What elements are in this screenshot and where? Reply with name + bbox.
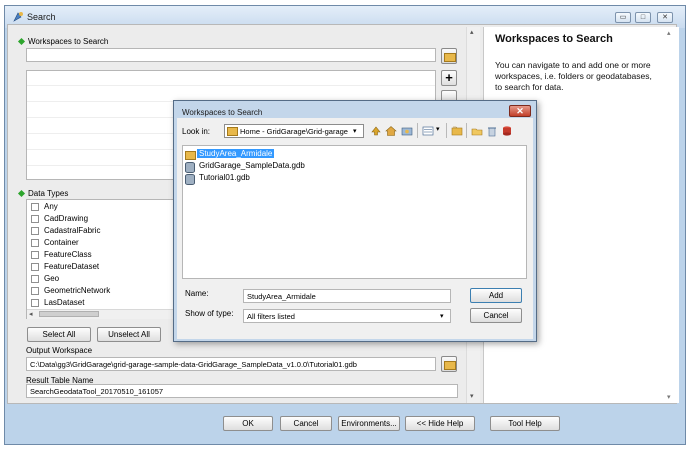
browse-output-button[interactable] (441, 356, 457, 372)
datatype-checkbox[interactable] (31, 251, 39, 259)
up-level-icon[interactable] (370, 125, 382, 137)
help-body: You can navigate to and add one or more … (495, 60, 652, 92)
datatype-checkbox[interactable] (31, 215, 39, 223)
data-types-hscrollbar[interactable]: ◂ (27, 309, 185, 319)
list-gridline (27, 85, 435, 86)
chevron-down-icon: ▾ (440, 313, 444, 320)
cancel-button[interactable]: Cancel (280, 416, 332, 431)
show-type-label: Show of type: (185, 309, 234, 318)
help-scroll-up-icon[interactable]: ▴ (667, 29, 671, 37)
result-table-input[interactable]: SearchGeodataTool_20170510_161057 (26, 384, 458, 398)
datatype-checkbox[interactable] (31, 287, 39, 295)
browse-workspace-button[interactable] (441, 48, 457, 64)
minimize-button[interactable]: ▭ (615, 12, 631, 23)
look-in-dropdown[interactable]: Home - GridGarage\Grid-garage ▾ (224, 124, 364, 138)
dialog-cancel-button[interactable]: Cancel (470, 308, 522, 323)
folder-icon (444, 361, 456, 370)
workspace-input[interactable] (26, 48, 436, 62)
scroll-down-icon[interactable]: ▾ (470, 392, 474, 400)
file-item-label: StudyArea_Armidale (197, 149, 275, 158)
datatype-label: CadDrawing (44, 214, 89, 223)
show-type-value: All filters listed (247, 312, 295, 321)
maximize-button[interactable]: □ (635, 12, 651, 23)
show-type-select[interactable]: All filters listed ▾ (243, 309, 451, 323)
workspaces-label-row: Workspaces to Search (17, 37, 109, 46)
window-title: Search (27, 12, 56, 22)
toolbar-separator (446, 123, 447, 138)
datatype-checkbox[interactable] (31, 275, 39, 283)
datatype-label: CadastralFabric (44, 226, 101, 235)
folder-icon (185, 151, 196, 160)
help-scroll-down-icon[interactable]: ▾ (667, 393, 671, 401)
datatype-checkbox[interactable] (31, 203, 39, 211)
scroll-up-icon[interactable]: ▴ (470, 28, 474, 36)
look-in-value: Home - GridGarage\Grid-garage (240, 127, 348, 136)
unselect-all-button[interactable]: Unselect All (97, 327, 161, 342)
required-indicator-icon (17, 37, 26, 46)
hscroll-thumb[interactable] (39, 311, 99, 317)
database-icon (185, 174, 195, 185)
tool-help-button[interactable]: Tool Help (490, 416, 560, 431)
datatype-checkbox[interactable] (31, 239, 39, 247)
file-item-label: GridGarage_SampleData.gdb (199, 161, 305, 170)
workspaces-dialog: Workspaces to Search ✕ Look in: Home - G… (173, 100, 537, 342)
folder-icon (444, 53, 456, 62)
datatype-label: Container (44, 238, 79, 247)
new-folder-icon[interactable] (451, 125, 463, 137)
name-input[interactable]: StudyArea_Armidale (243, 289, 451, 303)
data-types-label: Data Types (28, 189, 69, 198)
datatype-label: Any (44, 202, 58, 211)
toolbar-separator (466, 123, 467, 138)
folder-icon (227, 127, 238, 136)
select-all-button[interactable]: Select All (27, 327, 91, 342)
datatype-checkbox[interactable] (31, 299, 39, 307)
dialog-body: Look in: Home - GridGarage\Grid-garage ▾… (177, 118, 533, 339)
datatype-label: FeatureDataset (44, 262, 100, 271)
output-workspace-label: Output Workspace (26, 346, 93, 355)
add-workspace-button[interactable]: + (441, 70, 457, 86)
datatype-checkbox[interactable] (31, 227, 39, 235)
datatype-label: LasDataset (44, 298, 85, 307)
home-icon[interactable] (385, 125, 397, 137)
required-indicator-icon (17, 189, 26, 198)
name-label: Name: (185, 289, 209, 298)
workspaces-label: Workspaces to Search (28, 37, 109, 46)
help-title: Workspaces to Search (495, 33, 613, 45)
file-item-label: Tutorial01.gdb (199, 173, 250, 182)
scroll-left-icon[interactable]: ◂ (29, 310, 33, 318)
environments-button[interactable]: Environments... (338, 416, 400, 431)
list-view-icon[interactable] (422, 125, 434, 137)
chevron-down-icon: ▾ (353, 128, 357, 135)
datatype-label: FeatureClass (44, 250, 92, 259)
close-button[interactable]: ✕ (657, 12, 673, 23)
connect-database-icon[interactable] (501, 125, 513, 137)
add-button[interactable]: Add (470, 288, 522, 303)
dialog-close-button[interactable]: ✕ (509, 105, 531, 117)
output-workspace-input[interactable]: C:\Data\gg3\GridGarage\grid-garage-sampl… (26, 357, 436, 371)
look-in-label: Look in: (182, 127, 211, 136)
dialog-title: Workspaces to Search (182, 108, 263, 117)
file-list[interactable]: StudyArea_Armidale GridGarage_SampleData… (182, 145, 527, 279)
connect-folder-icon[interactable] (401, 125, 413, 137)
database-icon (185, 162, 195, 173)
open-folder-icon[interactable] (471, 125, 483, 137)
ok-button[interactable]: OK (223, 416, 273, 431)
hide-help-button[interactable]: << Hide Help (405, 416, 475, 431)
datatype-label: GeometricNetwork (44, 286, 111, 295)
data-types-label-row: Data Types (17, 189, 69, 198)
datatype-label: Geo (44, 274, 60, 283)
search-tool-icon (13, 12, 23, 22)
view-dropdown-icon[interactable]: ▾ (436, 125, 440, 133)
toolbar-separator (417, 123, 418, 138)
datatype-checkbox[interactable] (31, 263, 39, 271)
delete-icon[interactable] (486, 125, 498, 137)
